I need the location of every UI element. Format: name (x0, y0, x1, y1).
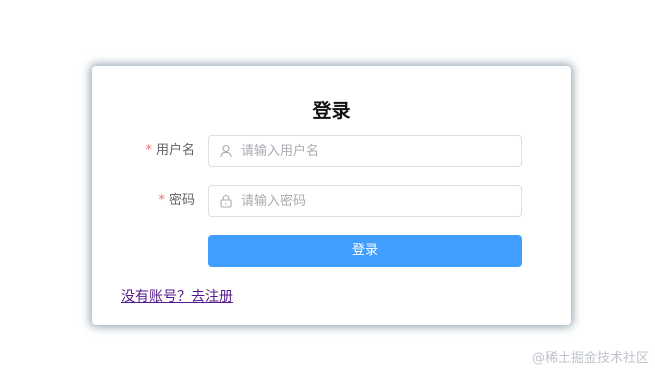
login-button[interactable]: 登录 (208, 235, 522, 267)
login-card: 登录 *用户名 *密码 (92, 66, 571, 325)
login-title: 登录 (312, 100, 351, 122)
register-link[interactable]: 没有账号？去注册 (121, 287, 233, 307)
watermark: @稀土掘金技术社区 (531, 351, 649, 366)
password-form-item: * 密码 (92, 185, 571, 217)
username-label: * 用户名 (145, 135, 195, 167)
required-mark: * (145, 143, 152, 158)
username-label-text: 用户名 (155, 143, 195, 158)
password-field[interactable] (208, 185, 522, 217)
required-mark: * (158, 193, 165, 208)
login-page: 登录 *用户名 *密码 (0, 0, 655, 375)
username-form-item: * 用户名 (92, 135, 571, 167)
password-input[interactable] (241, 186, 511, 216)
password-label: * 密码 (158, 185, 195, 217)
user-icon (220, 144, 232, 158)
lock-icon (220, 194, 232, 208)
username-field[interactable] (208, 135, 522, 167)
username-input[interactable] (241, 136, 511, 166)
password-label-text: 密码 (168, 193, 195, 208)
